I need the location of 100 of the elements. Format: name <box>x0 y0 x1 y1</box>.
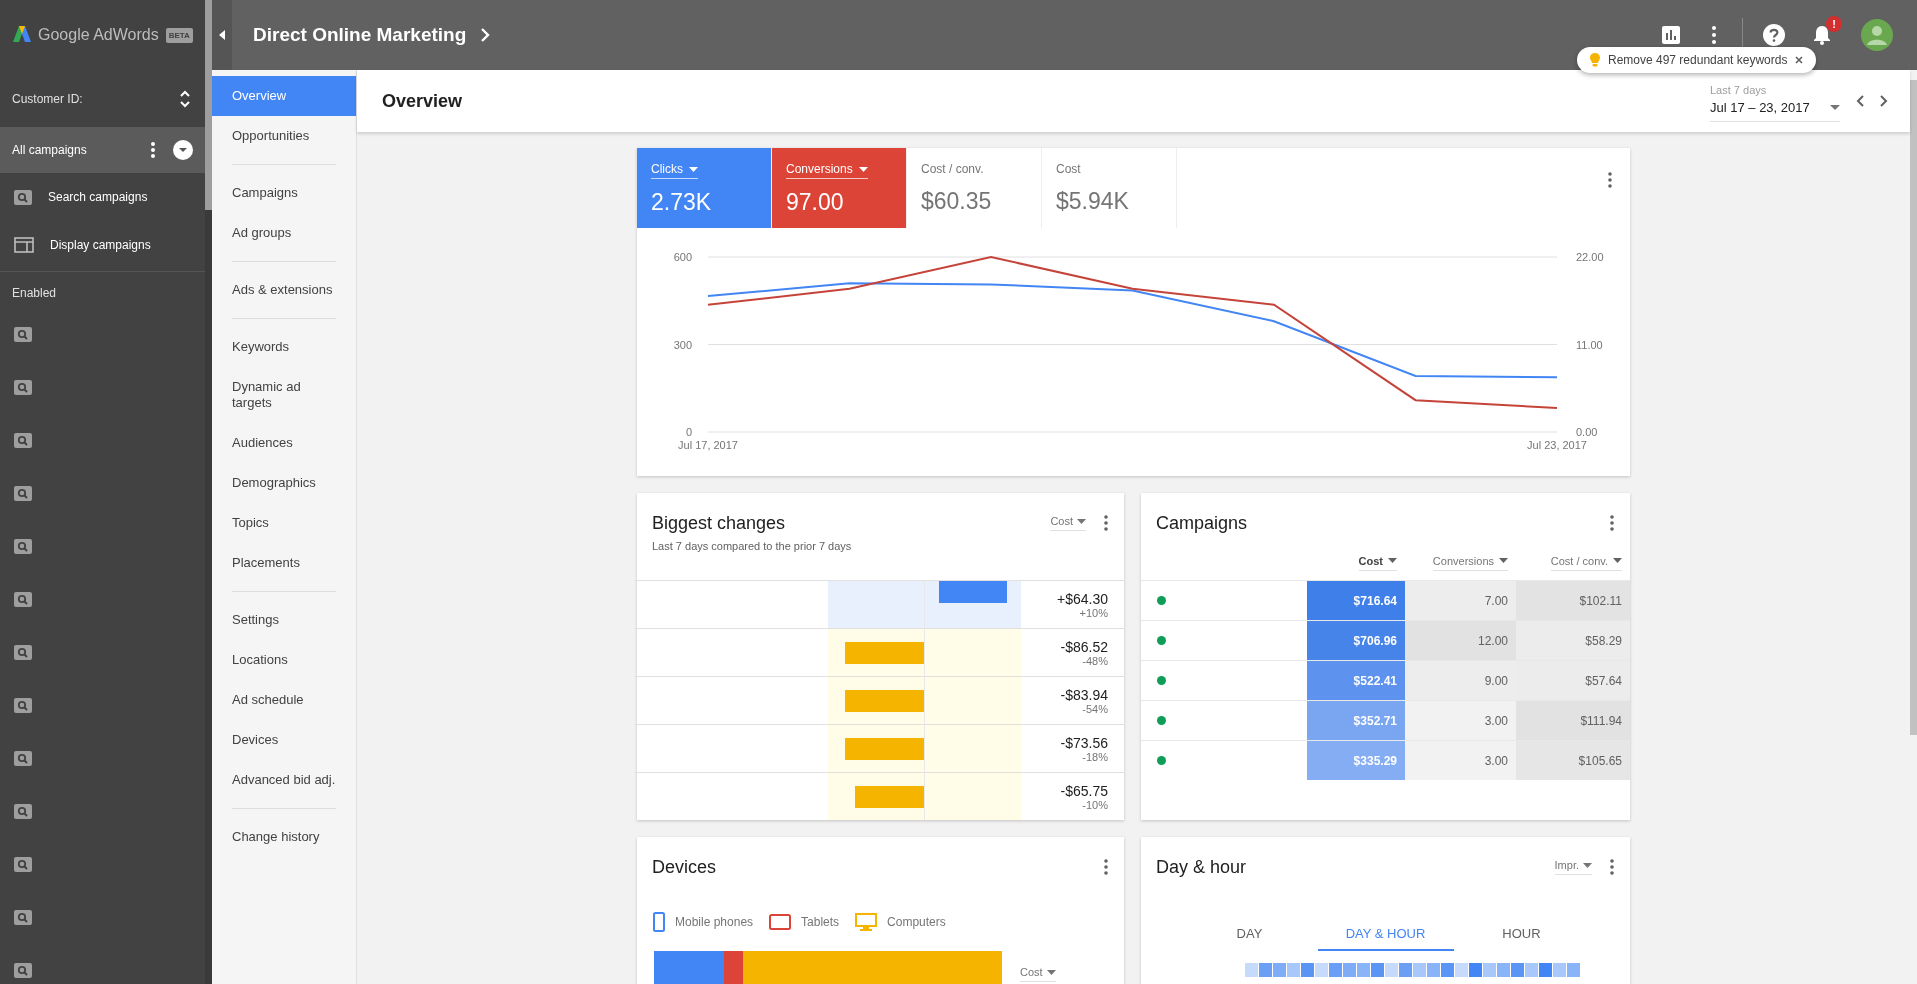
nav-item[interactable]: Devices <box>212 720 356 760</box>
avatar-icon[interactable] <box>1861 19 1893 51</box>
metric-value: $60.35 <box>921 188 993 215</box>
search-icon[interactable] <box>14 751 32 766</box>
axis-label: 0.00 <box>1576 426 1598 438</box>
table-cell: 9.00 <box>1405 661 1516 700</box>
metric-label[interactable]: Cost <box>1056 162 1081 178</box>
nav-item[interactable]: Dynamic ad targets <box>212 367 356 423</box>
nav-item[interactable]: Ad schedule <box>212 680 356 720</box>
notifications-icon[interactable] <box>1813 25 1831 45</box>
tab[interactable]: DAY <box>1181 917 1318 951</box>
date-range-select[interactable]: Jul 17 – 23, 2017 <box>1710 96 1840 122</box>
metric-value: $5.94K <box>1056 188 1130 215</box>
collapse-button[interactable] <box>212 0 232 70</box>
caret-icon <box>1830 105 1840 110</box>
more-icon[interactable] <box>1610 515 1614 531</box>
report-icon[interactable] <box>1662 26 1680 44</box>
metric-tile[interactable]: Conversions 97.00 <box>772 148 907 228</box>
scrollbar-thumb[interactable] <box>205 0 212 210</box>
table-cell: 3.00 <box>1405 741 1516 780</box>
chevron-right-icon[interactable] <box>480 28 491 42</box>
search-icon <box>14 189 32 205</box>
nav-item[interactable]: Advanced bid adj. <box>212 760 356 800</box>
search-icon[interactable] <box>14 963 32 978</box>
next-icon[interactable] <box>1880 95 1888 107</box>
help-icon[interactable] <box>1763 24 1785 46</box>
nav-item[interactable]: Topics <box>212 503 356 543</box>
tab[interactable]: DAY & HOUR <box>1317 917 1454 951</box>
search-icon[interactable] <box>14 804 32 819</box>
more-icon[interactable] <box>1104 859 1108 875</box>
caret-icon <box>1613 558 1622 563</box>
search-icon[interactable] <box>14 698 32 713</box>
axis-label: 0 <box>685 426 692 438</box>
search-icon[interactable] <box>14 380 32 395</box>
card-subtitle: Last 7 days compared to the prior 7 days <box>652 540 852 552</box>
nav-item[interactable]: Overview <box>212 76 356 116</box>
card-title: Campaigns <box>1156 513 1248 534</box>
change-amount: -$83.94 <box>1060 686 1108 703</box>
caret-icon <box>1499 558 1508 563</box>
expand-collapse-icon[interactable] <box>179 88 191 109</box>
more-icon[interactable] <box>1610 859 1614 875</box>
more-icon[interactable] <box>1608 172 1612 188</box>
nav-item[interactable]: Ad groups <box>212 213 356 253</box>
column-header[interactable]: Cost / conv. <box>1550 554 1622 571</box>
customer-id-label: Customer ID: <box>12 91 83 106</box>
suggestion-text: Remove 497 redundant keywords <box>1608 53 1788 67</box>
search-icon[interactable] <box>14 910 32 925</box>
search-icon[interactable] <box>14 327 32 342</box>
nav-item[interactable]: Locations <box>212 640 356 680</box>
change-percent: +10% <box>1079 606 1108 619</box>
tab[interactable]: HOUR <box>1453 917 1590 951</box>
metric-tile[interactable]: Cost $5.94K <box>1042 148 1177 228</box>
suggestion-chip[interactable]: Remove 497 redundant keywords <box>1577 47 1817 73</box>
axis-label: 300 <box>673 338 692 351</box>
nav-item[interactable]: Campaigns <box>212 173 356 213</box>
search-icon[interactable] <box>14 592 32 607</box>
metric-label[interactable]: Clicks <box>651 162 698 179</box>
more-icon[interactable] <box>1104 515 1108 531</box>
caret-icon <box>689 166 698 172</box>
table-cell: 12.00 <box>1405 621 1516 660</box>
table-cell: $102.11 <box>1516 581 1630 620</box>
more-icon[interactable] <box>151 142 155 158</box>
table-cell: $352.71 <box>1307 701 1405 740</box>
metric-tile[interactable]: Cost / conv. $60.35 <box>907 148 1042 228</box>
scrollbar-thumb[interactable] <box>1910 80 1917 735</box>
search-icon[interactable] <box>14 645 32 660</box>
column-header[interactable]: Conversions <box>1432 554 1508 571</box>
nav-item[interactable]: Keywords <box>212 327 356 367</box>
metric-tile[interactable]: Clicks 2.73K <box>637 148 772 228</box>
metric-dropdown[interactable]: Cost <box>1020 964 1056 982</box>
search-icon[interactable] <box>14 486 32 501</box>
nav-item[interactable]: Settings <box>212 600 356 640</box>
page-title: Overview <box>382 90 463 112</box>
metric-dropdown[interactable]: Impr. <box>1554 857 1592 875</box>
all-campaigns-item[interactable]: All campaigns <box>0 127 205 173</box>
nav-item[interactable]: Audiences <box>212 423 356 463</box>
search-icon[interactable] <box>14 857 32 872</box>
dropdown-icon[interactable] <box>173 140 193 160</box>
metric-label[interactable]: Cost / conv. <box>921 162 984 178</box>
table-cell: $111.94 <box>1516 701 1630 740</box>
nav-item[interactable]: Change history <box>212 817 356 857</box>
more-icon[interactable] <box>1712 26 1716 44</box>
nav-item[interactable]: Opportunities <box>212 116 356 156</box>
legend-label: Mobile phones <box>675 915 754 929</box>
campaign-type-item[interactable]: Display campaigns <box>0 221 205 269</box>
card-title: Devices <box>652 857 717 878</box>
column-header[interactable]: Cost <box>1358 554 1397 571</box>
axis-label: Jul 17, 2017 <box>678 439 738 451</box>
metric-dropdown[interactable]: Cost <box>1050 513 1086 531</box>
metric-label[interactable]: Conversions <box>786 162 868 179</box>
close-icon[interactable] <box>1795 56 1804 64</box>
search-icon[interactable] <box>14 539 32 554</box>
account-title[interactable]: Direct Online Marketing <box>253 24 467 46</box>
nav-item[interactable]: Demographics <box>212 463 356 503</box>
campaign-type-item[interactable]: Search campaigns <box>0 173 205 221</box>
search-icon[interactable] <box>14 433 32 448</box>
nav-item[interactable]: Placements <box>212 543 356 583</box>
change-percent: -18% <box>1082 750 1108 763</box>
previous-icon[interactable] <box>1856 95 1864 107</box>
nav-item[interactable]: Ads & extensions <box>212 270 356 310</box>
